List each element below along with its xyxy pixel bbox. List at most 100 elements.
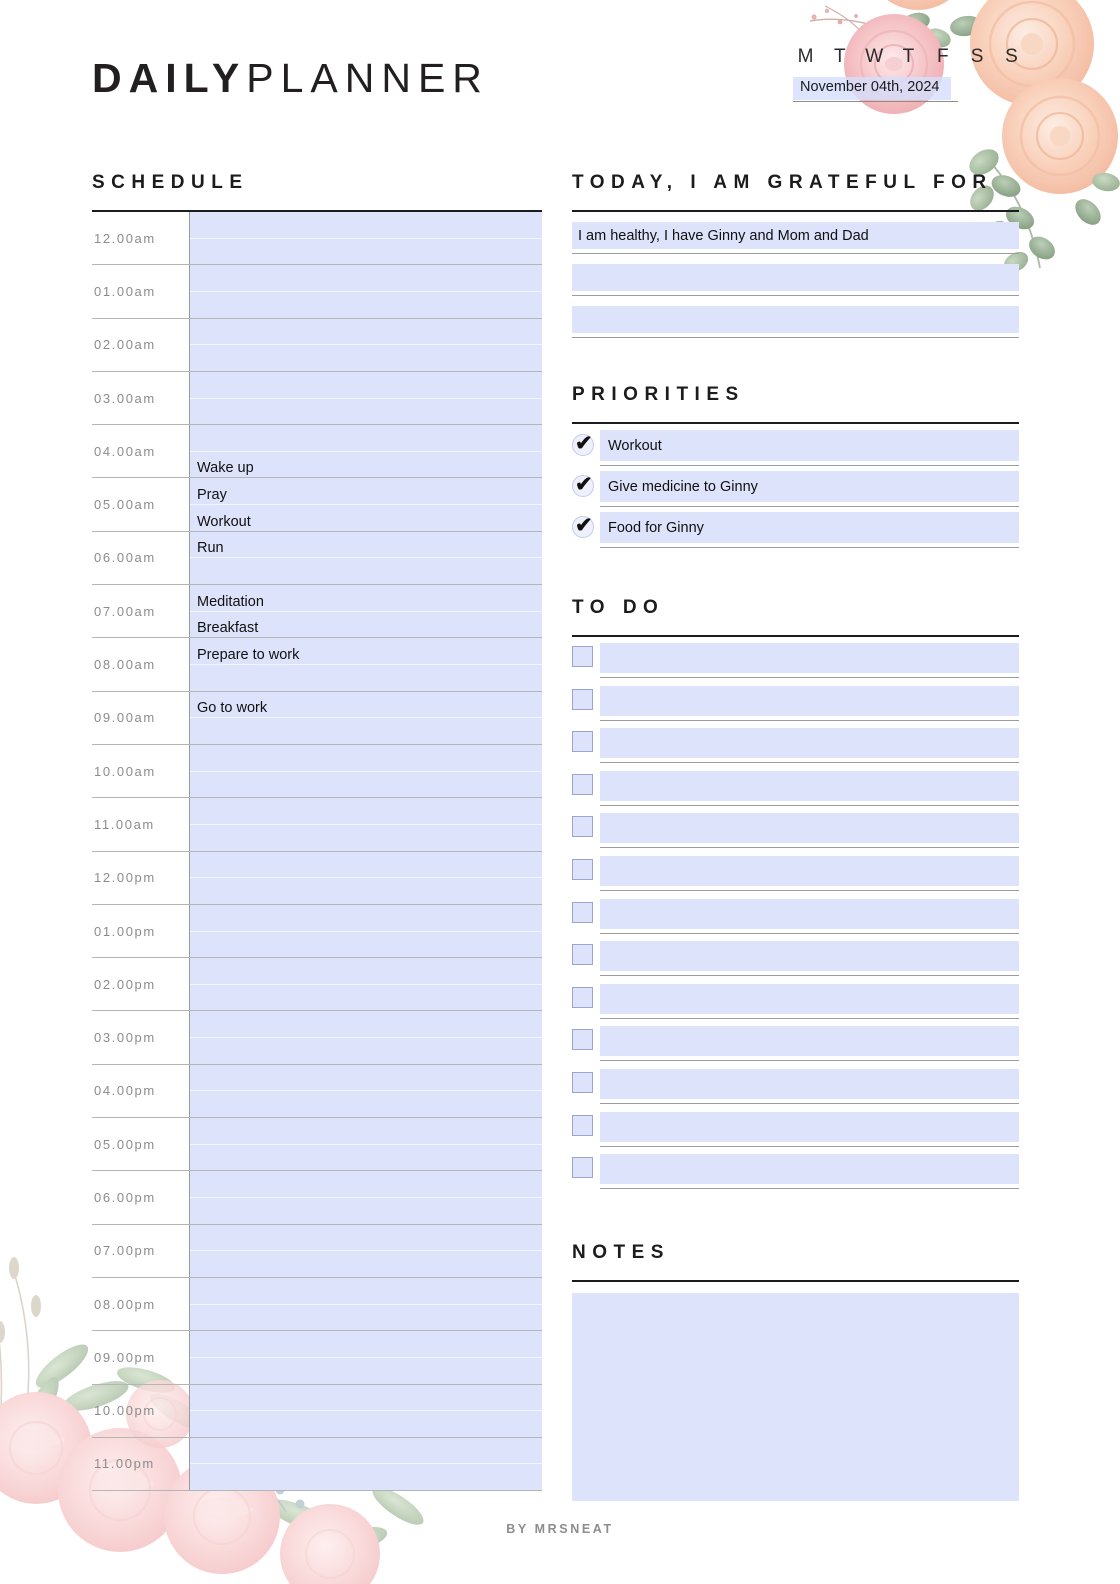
todo-input[interactable]: [600, 770, 1019, 801]
todo-item: [572, 728, 1019, 771]
todo-checkbox[interactable]: [572, 773, 593, 795]
todo-checkbox[interactable]: [572, 731, 593, 753]
priority-input[interactable]: Food for Ginny: [600, 512, 1019, 543]
schedule-slot-entry[interactable]: [190, 1011, 542, 1039]
todo-heading: TO DO: [572, 597, 665, 618]
schedule-slot-entry[interactable]: [190, 1278, 542, 1305]
todo-input[interactable]: [600, 1154, 1019, 1185]
schedule-slot-entry[interactable]: Run: [190, 532, 542, 559]
todo-checkbox[interactable]: [572, 1114, 593, 1136]
schedule-slot-entry[interactable]: [190, 1065, 542, 1092]
schedule-slot-entry[interactable]: [190, 212, 542, 239]
schedule-slot-entry[interactable]: [190, 1358, 542, 1384]
day-letter-2[interactable]: W: [862, 46, 888, 68]
schedule-slot-entry[interactable]: Meditation: [190, 585, 542, 612]
schedule-slot-entry[interactable]: Wake up: [190, 452, 542, 478]
todo-input[interactable]: [600, 941, 1019, 972]
schedule-slot-entry[interactable]: [190, 1198, 542, 1224]
schedule-time-label: 11.00am: [92, 798, 190, 851]
schedule-slot-entry[interactable]: [190, 718, 542, 744]
todo-checkbox[interactable]: [572, 986, 593, 1008]
todo-checkbox[interactable]: [572, 1157, 593, 1179]
schedule-slot-entry[interactable]: [190, 1145, 542, 1171]
date-value[interactable]: November 04th, 2024: [800, 79, 939, 95]
schedule-slot-entry[interactable]: [190, 852, 542, 879]
day-letter-0[interactable]: M: [793, 46, 819, 68]
todo-checkbox[interactable]: [572, 646, 593, 667]
schedule-slot-entry[interactable]: [190, 1225, 542, 1252]
schedule-slot-entry[interactable]: [190, 1464, 542, 1490]
todo-checkbox[interactable]: [572, 1029, 593, 1051]
grateful-input[interactable]: [572, 306, 1019, 333]
schedule-slot-entry[interactable]: [190, 745, 542, 772]
schedule-slot-entry[interactable]: Pray: [190, 478, 542, 506]
day-letter-3[interactable]: T: [896, 46, 922, 68]
schedule-slot-entry[interactable]: [190, 425, 542, 452]
schedule-slot-entry[interactable]: Breakfast: [190, 612, 542, 638]
schedule-slot-entry[interactable]: [190, 1171, 542, 1198]
todo-input[interactable]: [600, 1069, 1019, 1099]
schedule-slot-entry[interactable]: Prepare to work: [190, 638, 542, 666]
schedule-slot-entry[interactable]: Workout: [190, 505, 542, 531]
schedule-hour-slots: [190, 212, 542, 265]
schedule-slot-entry[interactable]: [190, 1411, 542, 1437]
todo-checkbox[interactable]: [572, 944, 593, 966]
schedule-slot-entry[interactable]: [190, 1385, 542, 1412]
schedule-slot-entry[interactable]: [190, 1251, 542, 1277]
todo-input[interactable]: [600, 983, 1019, 1014]
schedule-slot-entry[interactable]: [190, 1038, 542, 1064]
schedule-slot-entry[interactable]: [190, 932, 542, 958]
schedule-slot-entry[interactable]: [190, 1331, 542, 1358]
schedule-slot-entry[interactable]: [190, 292, 542, 318]
schedule-slot-entry[interactable]: [190, 345, 542, 371]
schedule-slot-entry[interactable]: [190, 878, 542, 904]
todo-input[interactable]: [600, 813, 1019, 844]
notes-textarea[interactable]: [572, 1293, 1019, 1501]
todo-input[interactable]: [600, 685, 1019, 716]
schedule-slot-entry[interactable]: Go to work: [190, 692, 542, 719]
todo-checkbox[interactable]: [572, 688, 593, 710]
schedule-slot-entry[interactable]: [190, 958, 542, 985]
priority-checkbox[interactable]: ✔: [572, 474, 594, 497]
schedule-time-label: 02.00pm: [92, 958, 190, 1011]
grateful-input[interactable]: I am healthy, I have Ginny and Mom and D…: [572, 222, 1019, 249]
schedule-slot-entry[interactable]: [190, 1438, 542, 1465]
day-letter-5[interactable]: S: [965, 46, 991, 68]
todo-input[interactable]: [600, 856, 1019, 886]
schedule-slot-entry[interactable]: [190, 399, 542, 425]
schedule-slot-entry[interactable]: [190, 558, 542, 584]
schedule-slot-entry[interactable]: [190, 665, 542, 691]
schedule-slot-entry[interactable]: [190, 985, 542, 1011]
priority-checkbox[interactable]: ✔: [572, 433, 594, 456]
todo-input[interactable]: [600, 1111, 1019, 1142]
schedule-slot-entry[interactable]: [190, 319, 542, 346]
day-of-week-selector[interactable]: MTWTFSS: [793, 46, 1025, 68]
todo-input[interactable]: [600, 728, 1019, 759]
day-letter-1[interactable]: T: [827, 46, 853, 68]
schedule-slot-entry[interactable]: [190, 825, 542, 851]
schedule-time-label: 09.00pm: [92, 1331, 190, 1384]
priority-input[interactable]: Give medicine to Ginny: [600, 471, 1019, 502]
day-letter-4[interactable]: F: [930, 46, 956, 68]
priority-input[interactable]: Workout: [600, 430, 1019, 461]
todo-input[interactable]: [600, 898, 1019, 929]
schedule-slot-entry[interactable]: [190, 1305, 542, 1331]
todo-checkbox[interactable]: [572, 1072, 593, 1093]
todo-checkbox[interactable]: [572, 901, 593, 923]
schedule-slot-entry[interactable]: [190, 239, 542, 265]
todo-checkbox[interactable]: [572, 859, 593, 880]
day-letter-6[interactable]: S: [999, 46, 1025, 68]
todo-checkbox[interactable]: [572, 816, 593, 838]
schedule-slot-entry[interactable]: [190, 1091, 542, 1117]
schedule-slot-entry[interactable]: [190, 798, 542, 825]
grateful-input[interactable]: [572, 264, 1019, 291]
schedule-hour-row: 08.00am Prepare to work: [92, 638, 542, 692]
schedule-slot-entry[interactable]: [190, 372, 542, 399]
schedule-slot-entry[interactable]: [190, 265, 542, 292]
schedule-slot-entry[interactable]: [190, 905, 542, 932]
schedule-slot-entry[interactable]: [190, 1118, 542, 1145]
priority-checkbox[interactable]: ✔: [572, 515, 594, 538]
todo-input[interactable]: [600, 643, 1019, 673]
schedule-slot-entry[interactable]: [190, 772, 542, 798]
todo-input[interactable]: [600, 1026, 1019, 1057]
